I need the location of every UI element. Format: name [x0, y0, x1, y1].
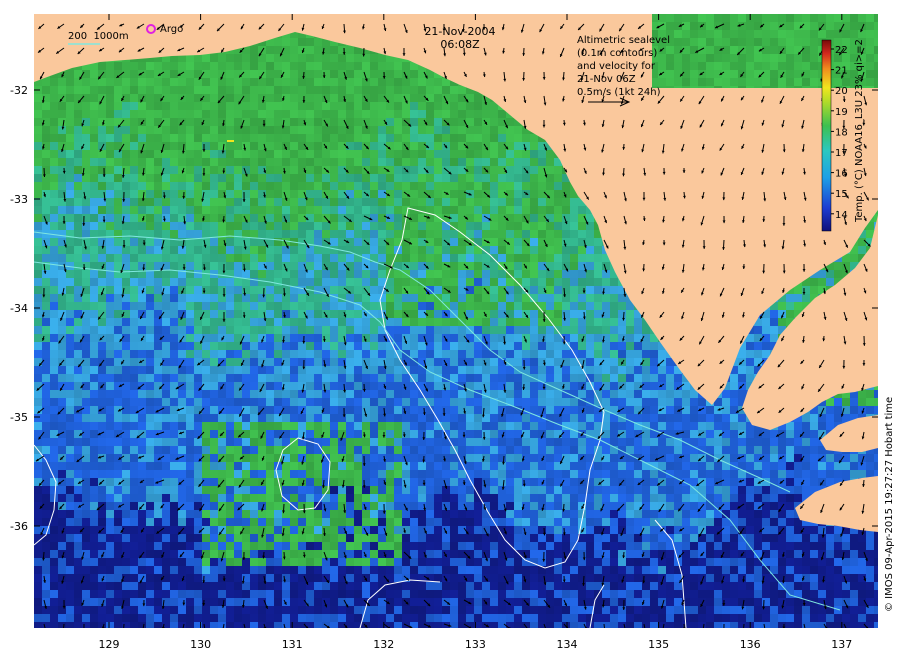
velocity-arrowhead [702, 630, 705, 633]
velocity-arrow [743, 623, 745, 628]
velocity-arrowhead [45, 631, 48, 634]
lat-tick-label: -32 [10, 84, 28, 97]
colorbar-tick-label: 17 [835, 148, 848, 159]
yellow-marker [227, 140, 234, 142]
lon-tick-label: 130 [190, 638, 211, 651]
velocity-arrowhead [804, 628, 807, 631]
lat-tick-label: -33 [10, 193, 28, 206]
colorbar-tick-label: 15 [835, 189, 848, 200]
credit-text: © IMOS 09-Apr-2015 19:27:27 Hobart time [884, 397, 895, 612]
colorbar-title: Temp. (°C) NOAA16_L3U 23% qi>=2 [854, 39, 865, 223]
velocity-arrowhead [122, 631, 125, 634]
velocity-arrowhead [142, 628, 145, 631]
lat-tick-label: -34 [10, 302, 28, 315]
velocity-arrowhead [682, 627, 686, 628]
velocity-arrowhead [624, 628, 627, 631]
velocity-arrowhead [764, 629, 767, 632]
info-line-2: (0.1m contours) [577, 48, 657, 59]
velocity-arrowhead [62, 631, 65, 634]
velocity-arrowhead [845, 629, 848, 632]
colorbar-tick-label: 22 [835, 45, 848, 56]
colorbar-gradient [821, 39, 832, 232]
lon-tick-label: 134 [557, 638, 578, 651]
velocity-arrowhead [221, 627, 224, 628]
velocity-arrow [123, 623, 125, 628]
velocity-arrowhead [244, 629, 247, 632]
colorbar-tick-label: 20 [835, 86, 848, 97]
bathy-legend-label: 200 1000m [68, 31, 129, 42]
lon-tick-label: 135 [648, 638, 669, 651]
velocity-arrowhead [662, 628, 665, 631]
lon-tick-label: 133 [465, 638, 486, 651]
velocity-arrowhead [723, 628, 726, 631]
lon-tick-label: 132 [373, 638, 394, 651]
velocity-arrowhead [181, 629, 184, 632]
lon-tick-label: 137 [831, 638, 852, 651]
info-line-3: and velocity for [577, 61, 656, 72]
velocity-arrow [683, 623, 685, 628]
lat-tick-label: -35 [10, 411, 28, 424]
colorbar-tick-label: 16 [835, 169, 848, 180]
map-date: 21-Nov-2004 [424, 25, 495, 38]
lon-tick-label: 129 [99, 638, 120, 651]
info-line-5: 0.5m/s (1kt 24h) [577, 87, 661, 98]
info-line-1: Altimetric sealevel [577, 35, 670, 46]
velocity-arrowhead [603, 628, 606, 631]
velocity-arrowhead [162, 626, 165, 628]
map-time: 06:08Z [440, 38, 480, 51]
velocity-arrowhead [204, 629, 207, 632]
velocity-arrowhead [284, 627, 287, 628]
velocity-arrowhead [528, 627, 529, 628]
velocity-arrowhead [644, 628, 647, 631]
colorbar-tick-label: 14 [835, 210, 848, 221]
argo-legend-label: Argo [160, 24, 183, 35]
colorbar-tick-label: 19 [835, 107, 848, 118]
colorbar-tick-label: 21 [835, 66, 848, 77]
sst-map[interactable]: -32 -33 -34 -35 -36 129 130 131 132 133 134 135 136… [0, 0, 900, 660]
lat-tick-label: -36 [10, 520, 28, 533]
lon-tick-label: 136 [740, 638, 761, 651]
colorbar-tick-label: 18 [835, 127, 848, 138]
velocity-arrowhead [742, 628, 745, 631]
velocity-arrowhead [83, 631, 86, 634]
velocity-arrowhead [545, 630, 548, 633]
lon-tick-label: 131 [282, 638, 303, 651]
info-line-4: 21-Nov 06Z [577, 74, 636, 85]
